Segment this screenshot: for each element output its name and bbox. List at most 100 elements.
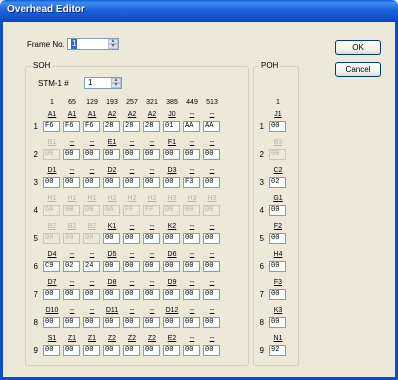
byte-field[interactable]: F6 <box>63 121 80 132</box>
byte-field[interactable]: 00 <box>183 289 200 300</box>
byte-field[interactable]: 00 <box>63 289 80 300</box>
byte-field[interactable]: 00 <box>143 345 160 356</box>
byte-field[interactable]: 28 <box>143 121 160 132</box>
byte-field[interactable]: 00 <box>103 261 120 272</box>
byte-field[interactable]: 00 <box>163 289 180 300</box>
byte-field: 0B <box>63 205 80 216</box>
byte-field[interactable]: 00 <box>203 177 220 188</box>
byte-field: 00 <box>163 205 180 216</box>
byte-field[interactable]: 00 <box>163 149 180 160</box>
byte-field[interactable]: 00 <box>203 345 220 356</box>
byte-label: D7 <box>47 279 57 286</box>
byte-field[interactable]: 00 <box>269 121 286 132</box>
byte-field[interactable]: 00 <box>163 261 180 272</box>
byte-field[interactable]: 00 <box>163 345 180 356</box>
byte-field[interactable]: 00 <box>163 317 180 328</box>
byte-field[interactable]: 28 <box>103 121 120 132</box>
byte-field[interactable]: 00 <box>63 149 80 160</box>
byte-field[interactable]: 00 <box>83 289 100 300</box>
ok-button[interactable]: OK <box>335 40 381 55</box>
byte-field[interactable]: 00 <box>143 177 160 188</box>
byte-field[interactable]: 00 <box>83 149 100 160</box>
byte-field[interactable]: 00 <box>43 345 60 356</box>
spin-down-icon[interactable]: ▼ <box>111 83 121 88</box>
stm-value[interactable]: 1 <box>88 78 92 88</box>
byte-field[interactable]: 00 <box>143 317 160 328</box>
byte-label: D5 <box>107 251 117 258</box>
byte-label: -- <box>69 167 75 174</box>
byte-field[interactable]: 00 <box>143 233 160 244</box>
byte-field[interactable]: 00 <box>123 317 140 328</box>
byte-label: S1 <box>47 335 57 342</box>
frame-no-spinner[interactable]: 1 ▲ ▼ <box>67 38 119 50</box>
byte-field[interactable]: 00 <box>203 289 220 300</box>
byte-field[interactable]: 00 <box>123 149 140 160</box>
byte-field[interactable]: 00 <box>183 233 200 244</box>
byte-field[interactable]: 00 <box>203 233 220 244</box>
byte-field[interactable]: 00 <box>183 261 200 272</box>
byte-field[interactable]: 00 <box>83 345 100 356</box>
byte-field[interactable]: 00 <box>63 177 80 188</box>
byte-field[interactable]: 00 <box>103 289 120 300</box>
byte-field[interactable]: 00 <box>43 177 60 188</box>
byte-field[interactable]: 00 <box>63 317 80 328</box>
frame-no-value[interactable]: 1 <box>71 39 78 49</box>
spin-down-icon[interactable]: ▼ <box>108 44 118 49</box>
byte-field[interactable]: 00 <box>163 233 180 244</box>
byte-field[interactable]: 00 <box>103 317 120 328</box>
byte-field[interactable]: 24 <box>83 261 100 272</box>
byte-field[interactable]: 00 <box>43 289 60 300</box>
byte-field[interactable]: 02 <box>63 261 80 272</box>
byte-field[interactable]: C9 <box>43 261 60 272</box>
byte-field[interactable]: 00 <box>103 233 120 244</box>
byte-field[interactable]: 00 <box>103 345 120 356</box>
byte-field[interactable]: 00 <box>269 233 286 244</box>
byte-field[interactable]: 00 <box>183 317 200 328</box>
stm-label: STM-1 # <box>38 79 69 88</box>
byte-field[interactable]: F6 <box>43 121 60 132</box>
byte-field[interactable]: 00 <box>269 289 286 300</box>
stm-spinner[interactable]: 1 ▲ ▼ <box>84 77 122 89</box>
byte-field[interactable]: AA <box>203 121 220 132</box>
byte-field[interactable]: 00 <box>83 177 100 188</box>
byte-field[interactable]: 00 <box>103 177 120 188</box>
byte-field[interactable]: 00 <box>123 233 140 244</box>
byte-field[interactable]: 00 <box>123 345 140 356</box>
cancel-button[interactable]: Cancel <box>335 62 381 77</box>
byte-label: H1 <box>67 195 77 202</box>
byte-field[interactable]: 00 <box>43 317 60 328</box>
byte-field[interactable]: 00 <box>203 149 220 160</box>
byte-field[interactable]: F6 <box>83 121 100 132</box>
byte-field[interactable]: 00 <box>269 205 286 216</box>
byte-field[interactable]: 00 <box>143 289 160 300</box>
byte-field[interactable]: 00 <box>183 149 200 160</box>
byte-field[interactable]: 00 <box>163 177 180 188</box>
byte-field[interactable]: 00 <box>63 345 80 356</box>
byte-field[interactable]: 00 <box>123 261 140 272</box>
byte-field[interactable]: 00 <box>83 317 100 328</box>
byte-field[interactable]: AA <box>183 121 200 132</box>
byte-field[interactable]: 00 <box>123 177 140 188</box>
title-bar[interactable]: Overhead Editor <box>0 0 398 22</box>
byte-label: F1 <box>167 139 177 146</box>
byte-field[interactable]: 00 <box>203 317 220 328</box>
byte-label: B1 <box>47 139 57 146</box>
byte-field[interactable]: 02 <box>269 177 286 188</box>
byte-field[interactable]: 00 <box>269 261 286 272</box>
byte-field[interactable]: 00 <box>103 149 120 160</box>
byte-field[interactable]: F3 <box>183 177 200 188</box>
byte-field[interactable]: 01 <box>163 121 180 132</box>
byte-field[interactable]: 00 <box>143 261 160 272</box>
byte-field[interactable]: 00 <box>183 345 200 356</box>
row-number: 9 <box>259 346 264 355</box>
byte-field[interactable]: 00 <box>143 149 160 160</box>
byte-field[interactable]: 00 <box>123 289 140 300</box>
byte-field[interactable]: 28 <box>123 121 140 132</box>
byte-field[interactable]: 92 <box>269 345 286 356</box>
byte-field[interactable]: 00 <box>269 317 286 328</box>
byte-label: -- <box>209 279 215 286</box>
byte-label: D2 <box>107 167 117 174</box>
byte-field[interactable]: 00 <box>203 261 220 272</box>
byte-label: -- <box>89 167 95 174</box>
byte-label: D6 <box>167 251 177 258</box>
